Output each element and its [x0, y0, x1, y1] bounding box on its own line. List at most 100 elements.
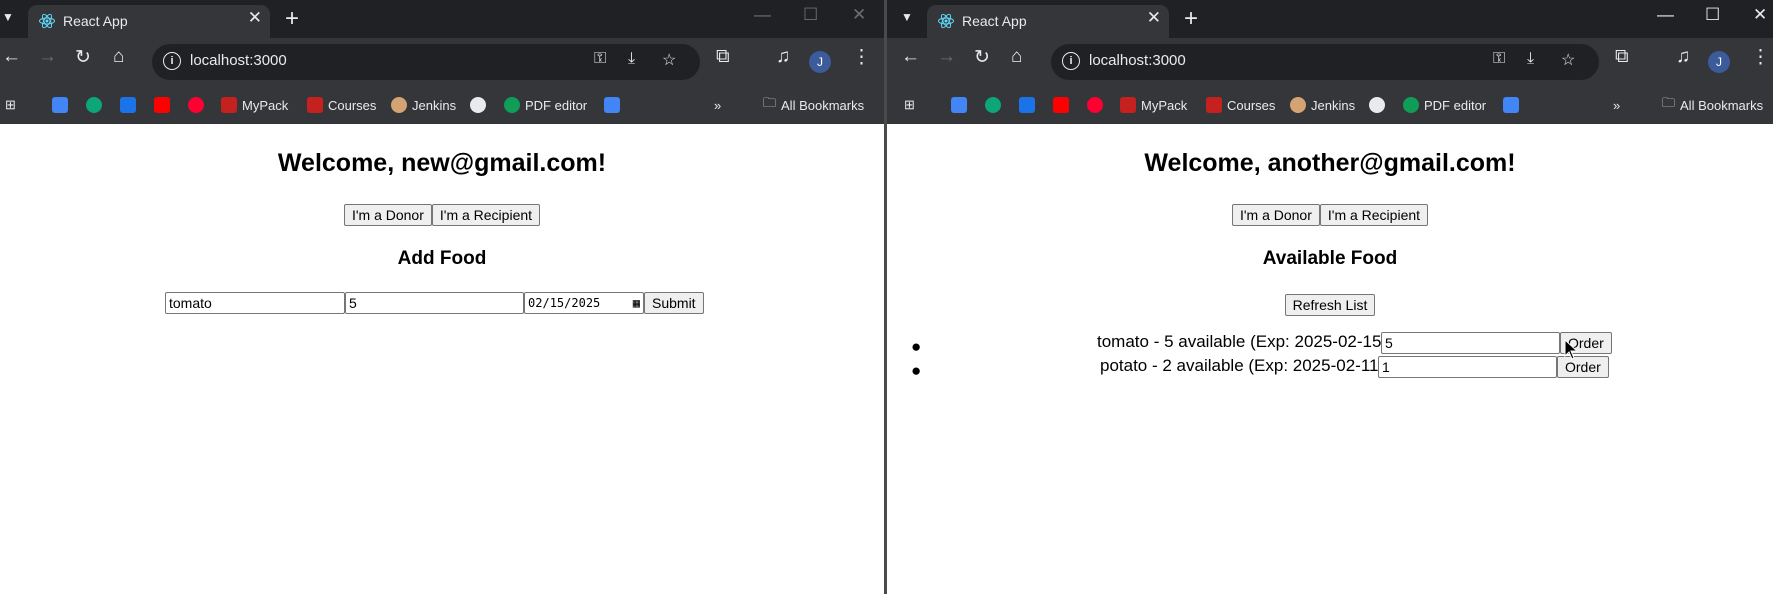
role-buttons: I'm a Donor I'm a Recipient	[887, 204, 1773, 226]
youtube-icon[interactable]	[1053, 93, 1069, 117]
recipient-button[interactable]: I'm a Recipient	[431, 204, 541, 226]
new-tab-icon[interactable]: +	[285, 5, 299, 33]
bookmark-star-icon[interactable]: ☆	[1561, 50, 1575, 70]
reload-icon[interactable]: ↻	[75, 46, 91, 69]
browser-window-donor: ▼ React App ✕ + — ☐ ✕ ← → ↻ ⌂ i localhos…	[0, 0, 884, 594]
address-bar[interactable]: i localhost:3000 ⚿ ⤓ ☆	[1051, 44, 1599, 80]
browser-chrome: ▼ React App ✕ + — ☐ ✕ ← → ↻ ⌂ i localhos…	[887, 0, 1773, 124]
site-info-icon[interactable]: i	[1062, 52, 1080, 70]
react-icon	[938, 13, 954, 29]
courses-icon	[307, 97, 323, 113]
submit-button[interactable]: Submit	[644, 292, 704, 314]
more-bookmarks-icon[interactable]: »	[714, 93, 721, 117]
welcome-heading: Welcome, new@gmail.com!	[277, 149, 607, 177]
section-title: Available Food	[1262, 248, 1398, 269]
password-key-icon[interactable]: ⚿	[1493, 50, 1505, 68]
food-name-input[interactable]: tomato	[165, 292, 345, 314]
extensions-icon[interactable]: ⧉	[1615, 46, 1629, 68]
back-icon[interactable]: ←	[2, 46, 21, 68]
tab-react-app[interactable]: React App ✕	[927, 5, 1169, 38]
bookmark-pdf-editor[interactable]: PDF editor	[504, 93, 587, 117]
apps-grid-icon[interactable]: ⊞	[5, 93, 16, 117]
all-bookmarks[interactable]: 🗀 All Bookmarks	[763, 93, 864, 117]
bookmark-mypack[interactable]: MyPack	[221, 93, 288, 117]
tab-search-icon[interactable]: ▼	[2, 10, 14, 24]
apps-icon[interactable]	[1019, 93, 1035, 117]
bookmark-courses[interactable]: Courses	[307, 93, 376, 117]
password-key-icon[interactable]: ⚿	[594, 50, 606, 68]
reload-icon[interactable]: ↻	[974, 46, 990, 69]
media-controls-icon[interactable]: ♫	[776, 46, 790, 68]
recipient-button[interactable]: I'm a Recipient	[1319, 204, 1429, 226]
google-docs-icon[interactable]	[1503, 93, 1519, 117]
avatar[interactable]: J	[1708, 51, 1730, 73]
section-title: Add Food	[397, 248, 487, 269]
minimize-icon[interactable]: —	[1657, 5, 1674, 25]
avatar[interactable]: J	[809, 51, 831, 73]
available-food-list: ● tomato - 5 available (Exp: 2025-02-15)…	[887, 332, 1773, 380]
bookmark-pdf-editor[interactable]: PDF editor	[1403, 93, 1486, 117]
all-bookmarks[interactable]: 🗀 All Bookmarks	[1662, 93, 1763, 117]
close-tab-icon[interactable]: ✕	[1147, 8, 1161, 28]
youtube-music-icon[interactable]	[1087, 93, 1103, 117]
edge-icon[interactable]	[86, 93, 102, 117]
calendar-icon[interactable]: ▦	[633, 294, 640, 312]
home-icon[interactable]: ⌂	[1011, 46, 1022, 68]
bookmark-jenkins[interactable]: Jenkins	[1290, 93, 1355, 117]
forward-icon[interactable]: →	[937, 46, 956, 68]
bullet: ●	[911, 361, 922, 380]
expiry-date-input[interactable]: 02/15/2025 ▦	[524, 292, 644, 314]
bookmark-mypack[interactable]: MyPack	[1120, 93, 1187, 117]
refresh-list-button[interactable]: Refresh List	[1284, 294, 1376, 316]
site-info-icon[interactable]: i	[163, 52, 181, 70]
address-bar[interactable]: i localhost:3000 ⚿ ⤓ ☆	[152, 44, 700, 80]
bookmarks-bar: ⊞ MyPack Courses Jenkins PDF editor » 🗀 A…	[0, 86, 884, 124]
tab-search-icon[interactable]: ▼	[901, 10, 913, 24]
maximize-icon[interactable]: ☐	[1705, 5, 1720, 25]
minimize-icon[interactable]: —	[754, 5, 771, 25]
bookmark-star-icon[interactable]: ☆	[662, 50, 676, 70]
youtube-icon[interactable]	[154, 93, 170, 117]
install-app-icon[interactable]: ⤓	[1527, 50, 1534, 68]
order-quantity-input[interactable]: 1	[1378, 356, 1557, 378]
google-docs-icon[interactable]	[604, 93, 620, 117]
mypack-icon	[221, 97, 237, 113]
maximize-icon[interactable]: ☐	[803, 5, 818, 25]
bookmark-courses[interactable]: Courses	[1206, 93, 1275, 117]
openai-icon[interactable]	[1369, 93, 1385, 117]
bookmark-jenkins[interactable]: Jenkins	[391, 93, 456, 117]
openai-icon[interactable]	[470, 93, 486, 117]
home-icon[interactable]: ⌂	[113, 46, 124, 68]
close-tab-icon[interactable]: ✕	[248, 8, 262, 28]
new-tab-icon[interactable]: +	[1184, 5, 1198, 33]
tab-strip: ▼ React App ✕ + — ☐ ✕	[0, 0, 884, 38]
donor-button[interactable]: I'm a Donor	[1231, 204, 1320, 226]
list-item: ● potato - 2 available (Exp: 2025-02-11)…	[887, 356, 1773, 380]
quantity-input[interactable]: 5	[345, 292, 524, 314]
menu-icon[interactable]: ⋮	[1751, 46, 1770, 69]
more-bookmarks-icon[interactable]: »	[1613, 93, 1620, 117]
donor-button[interactable]: I'm a Donor	[343, 204, 432, 226]
page-content: Welcome, new@gmail.com! I'm a Donor I'm a…	[0, 124, 884, 594]
forward-icon[interactable]: →	[38, 46, 57, 68]
pdf-editor-icon	[1403, 97, 1419, 113]
install-app-icon[interactable]: ⤓	[628, 50, 635, 68]
menu-icon[interactable]: ⋮	[852, 46, 871, 69]
media-controls-icon[interactable]: ♫	[1676, 46, 1690, 68]
toolbar: ← → ↻ ⌂ i localhost:3000 ⚿ ⤓ ☆ ⧉ ♫ J ⋮	[887, 38, 1773, 86]
google-translate-icon[interactable]	[951, 93, 967, 117]
back-icon[interactable]: ←	[901, 46, 920, 68]
extensions-icon[interactable]: ⧉	[716, 46, 730, 68]
edge-icon[interactable]	[985, 93, 1001, 117]
youtube-music-icon[interactable]	[188, 93, 204, 117]
folder-icon: 🗀	[1662, 95, 1676, 110]
order-quantity-input[interactable]: 5	[1381, 332, 1560, 354]
folder-icon: 🗀	[763, 95, 777, 110]
tab-react-app[interactable]: React App ✕	[28, 5, 270, 38]
food-item-text: tomato - 5 available (Exp: 2025-02-15)	[1097, 332, 1388, 351]
close-window-icon[interactable]: ✕	[1753, 5, 1767, 25]
google-translate-icon[interactable]	[52, 93, 68, 117]
close-window-icon[interactable]: ✕	[852, 5, 866, 25]
apps-icon[interactable]	[120, 93, 136, 117]
apps-grid-icon[interactable]: ⊞	[904, 93, 915, 117]
